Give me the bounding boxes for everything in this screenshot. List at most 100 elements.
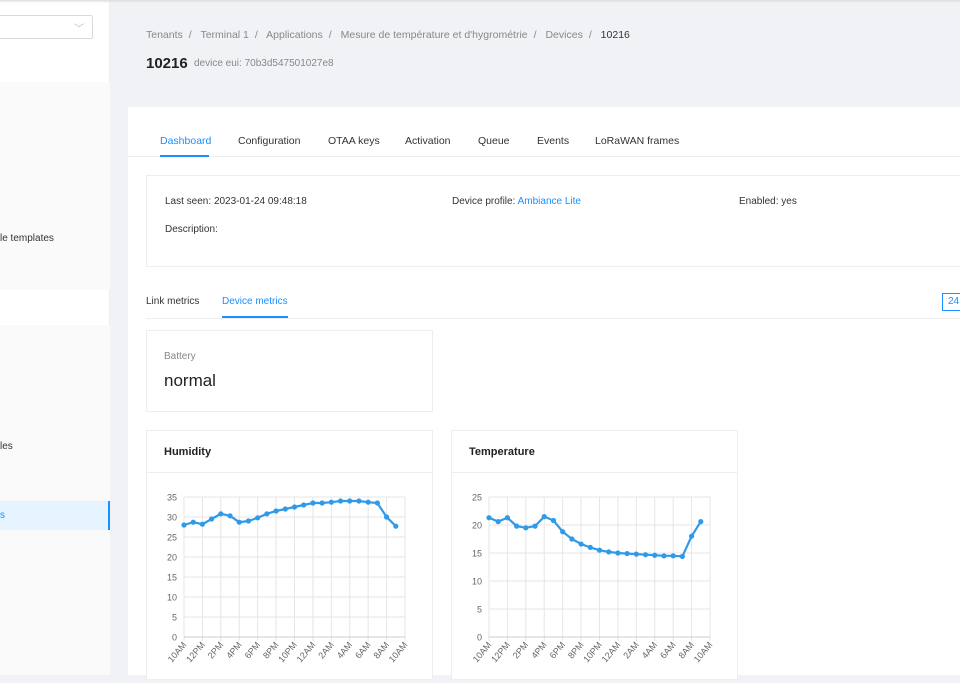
data-point — [273, 508, 279, 514]
data-point — [679, 553, 685, 559]
data-point — [328, 499, 334, 505]
data-point — [181, 522, 187, 528]
last-seen-label: Last seen: — [165, 196, 212, 207]
data-point — [227, 513, 233, 519]
data-point — [560, 529, 566, 535]
data-point — [310, 500, 316, 506]
data-point — [596, 547, 603, 553]
y-tick-label: 5 — [477, 605, 482, 615]
last-seen: Last seen: 2023-01-24 09:48:18 — [165, 196, 307, 207]
x-tick-label: 2PM — [511, 640, 531, 661]
y-tick-label: 25 — [167, 533, 177, 543]
sidebar-item-applications-active[interactable]: s — [0, 501, 110, 530]
data-point — [374, 500, 380, 506]
tab-queue[interactable]: Queue — [478, 135, 510, 147]
sidebar-item-device-profile-templates[interactable]: le templates — [0, 233, 54, 244]
tab-dashboard[interactable]: Dashboard — [160, 135, 211, 147]
tenant-select[interactable]: ﹀ — [0, 15, 93, 39]
device-profile-link[interactable]: Ambiance Lite — [518, 196, 581, 207]
data-point — [347, 498, 353, 504]
y-tick-label: 0 — [477, 633, 482, 643]
data-point — [209, 516, 215, 522]
y-tick-label: 0 — [172, 633, 177, 643]
active-tab-indicator — [160, 155, 209, 157]
data-point — [264, 511, 270, 517]
x-tick-label: 4AM — [335, 640, 355, 661]
x-tick-label: 10AM — [471, 640, 494, 664]
x-tick-label: 6AM — [658, 640, 678, 661]
breadcrumb-tenants[interactable]: Tenants — [146, 29, 183, 41]
tab-device-metrics[interactable]: Device metrics — [222, 296, 288, 307]
data-point — [624, 550, 630, 557]
data-point — [236, 519, 242, 525]
data-point — [337, 498, 344, 504]
x-tick-label: 4PM — [529, 640, 549, 661]
last-seen-value: 2023-01-24 09:48:18 — [213, 196, 307, 207]
description-label: Description: — [165, 224, 218, 235]
tab-configuration[interactable]: Configuration — [238, 135, 300, 147]
humidity-chart: 0510152025303510AM12PM2PM4PM6PM8PM10PM12… — [166, 493, 410, 665]
data-point — [190, 519, 196, 525]
data-point — [495, 519, 501, 525]
device-profile: Device profile: Ambiance Lite — [452, 196, 581, 207]
breadcrumb-devices[interactable]: Devices — [545, 29, 582, 41]
x-tick-label: 2PM — [206, 640, 226, 661]
sidebar-item-device-profiles[interactable]: les — [0, 441, 13, 452]
data-point — [615, 550, 621, 556]
data-point — [670, 553, 676, 559]
x-tick-label: 6PM — [548, 640, 568, 661]
x-tick-label: 10AM — [692, 640, 715, 664]
x-tick-label: 4PM — [224, 640, 244, 661]
x-tick-label: 2AM — [316, 640, 336, 661]
x-tick-label: 10PM — [276, 640, 299, 664]
x-tick-label: 10PM — [581, 640, 604, 664]
battery-card: Battery normal — [146, 330, 433, 412]
divider — [146, 318, 960, 319]
data-point — [688, 533, 695, 539]
x-tick-label: 10AM — [166, 640, 189, 664]
x-tick-label: 12AM — [600, 640, 623, 664]
y-tick-label: 35 — [167, 493, 177, 503]
device-card: Dashboard Configuration OTAA keys Activa… — [128, 107, 960, 680]
data-point — [356, 498, 362, 504]
data-point — [383, 514, 390, 520]
tab-activation[interactable]: Activation — [405, 135, 451, 147]
tab-lorawan-frames[interactable]: LoRaWAN frames — [595, 135, 679, 147]
data-point — [486, 515, 492, 521]
data-point — [541, 514, 547, 520]
battery-value: normal — [164, 371, 216, 390]
breadcrumb-application[interactable]: Mesure de température et d'hygrométrie — [341, 29, 528, 41]
y-tick-label: 10 — [472, 577, 482, 587]
breadcrumb-tenant[interactable]: Terminal 1 — [200, 29, 248, 41]
y-tick-label: 30 — [167, 513, 177, 523]
breadcrumb-applications[interactable]: Applications — [266, 29, 323, 41]
y-tick-label: 25 — [472, 493, 482, 503]
data-point — [642, 552, 649, 558]
tab-otaa-keys[interactable]: OTAA keys — [328, 135, 380, 147]
data-point — [291, 504, 298, 510]
enabled-value: yes — [781, 196, 797, 207]
data-point — [587, 544, 593, 550]
data-point — [365, 499, 371, 505]
tab-link-metrics[interactable]: Link metrics — [146, 296, 199, 307]
range-24h-button[interactable]: 24 — [942, 293, 960, 311]
data-point — [569, 536, 575, 542]
breadcrumb: Tenants / Terminal 1/ Applications / Mesur… — [146, 29, 630, 41]
data-point — [578, 541, 584, 547]
data-point — [504, 515, 511, 521]
device-profile-label: Device profile: — [452, 196, 516, 207]
y-tick-label: 15 — [167, 573, 177, 583]
x-tick-label: 12AM — [295, 640, 318, 664]
temperature-chart: 051015202510AM12PM2PM4PM6PM8PM10PM12AM2A… — [471, 493, 715, 665]
data-point — [514, 523, 520, 529]
y-tick-label: 5 — [172, 613, 177, 623]
series-line — [183, 499, 397, 527]
enabled: Enabled: yes — [739, 196, 797, 207]
data-point — [218, 511, 224, 517]
data-point — [652, 552, 658, 558]
series-line — [488, 515, 702, 558]
data-point — [523, 525, 529, 531]
data-point — [255, 515, 261, 521]
tab-events[interactable]: Events — [537, 135, 569, 147]
x-tick-label: 10AM — [387, 640, 410, 664]
